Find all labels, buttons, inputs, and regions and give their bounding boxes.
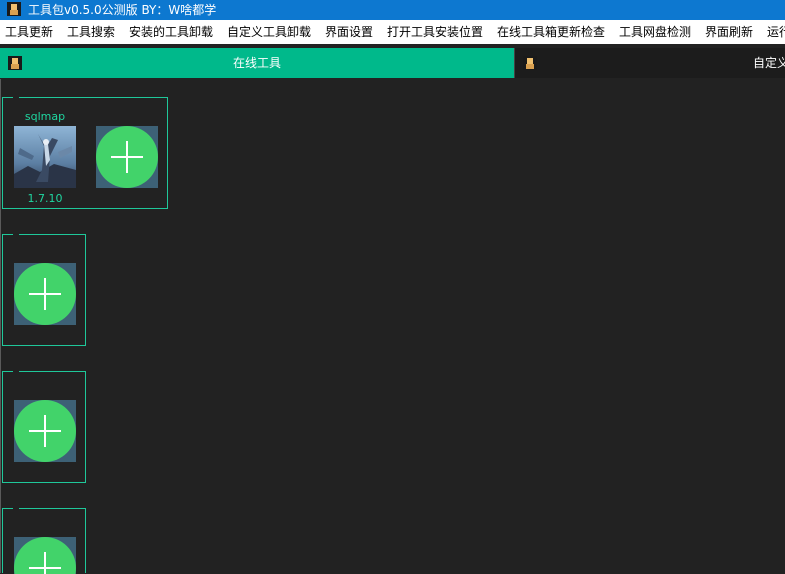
tool-group: sqlmap 1.7.10 [2, 97, 168, 209]
menu-item-check-updates[interactable]: 在线工具箱更新检查 [497, 20, 605, 44]
add-icon [14, 263, 76, 325]
tool-group [2, 371, 86, 483]
menu-bar: 工具更新 工具搜索 安装的工具卸载 自定义工具卸载 界面设置 打开工具安装位置 … [0, 20, 785, 44]
tool-name: sqlmap [24, 110, 66, 123]
menu-item-run[interactable]: 运行 [767, 20, 785, 44]
tab-online-tools[interactable]: 在线工具 [0, 48, 514, 78]
add-icon [14, 400, 76, 462]
menu-item-open-install-location[interactable]: 打开工具安装位置 [387, 20, 483, 44]
menu-item-tool-search[interactable]: 工具搜索 [67, 20, 115, 44]
tab-label: 在线工具 [232, 56, 281, 70]
menu-item-ui-settings[interactable]: 界面设置 [325, 20, 373, 44]
tool-version: 1.7.10 [27, 192, 63, 205]
menu-item-uninstall-custom[interactable]: 自定义工具卸载 [227, 20, 311, 44]
add-tool-button[interactable] [14, 537, 76, 574]
tool-group [2, 234, 86, 346]
app-logo-icon [7, 2, 21, 16]
window-title: 工具包v0.5.0公测版 BY：W啥都学 [28, 3, 217, 17]
menu-item-netdisk-check[interactable]: 工具网盘检测 [619, 20, 691, 44]
menu-item-refresh[interactable]: 界面刷新 [705, 20, 753, 44]
tab-custom[interactable]: 自定义 [514, 48, 785, 78]
add-tool-button[interactable] [14, 263, 76, 325]
window-titlebar: 工具包v0.5.0公测版 BY：W啥都学 [0, 0, 785, 20]
add-icon [14, 537, 76, 574]
add-tool-button[interactable] [14, 400, 76, 462]
content-left-border [0, 79, 1, 573]
add-icon [96, 126, 158, 188]
app-logo-icon [8, 56, 22, 70]
tool-sqlmap-button[interactable] [14, 126, 76, 188]
tab-label: 自定义 [753, 56, 785, 70]
sqlmap-thumbnail [14, 126, 76, 188]
add-tool-button[interactable] [96, 126, 158, 188]
menu-item-tool-update[interactable]: 工具更新 [5, 20, 53, 44]
tool-group [2, 508, 86, 574]
tab-bar: 在线工具 自定义 [0, 48, 785, 79]
menu-item-uninstall-installed[interactable]: 安装的工具卸载 [129, 20, 213, 44]
app-logo-icon [523, 56, 537, 70]
